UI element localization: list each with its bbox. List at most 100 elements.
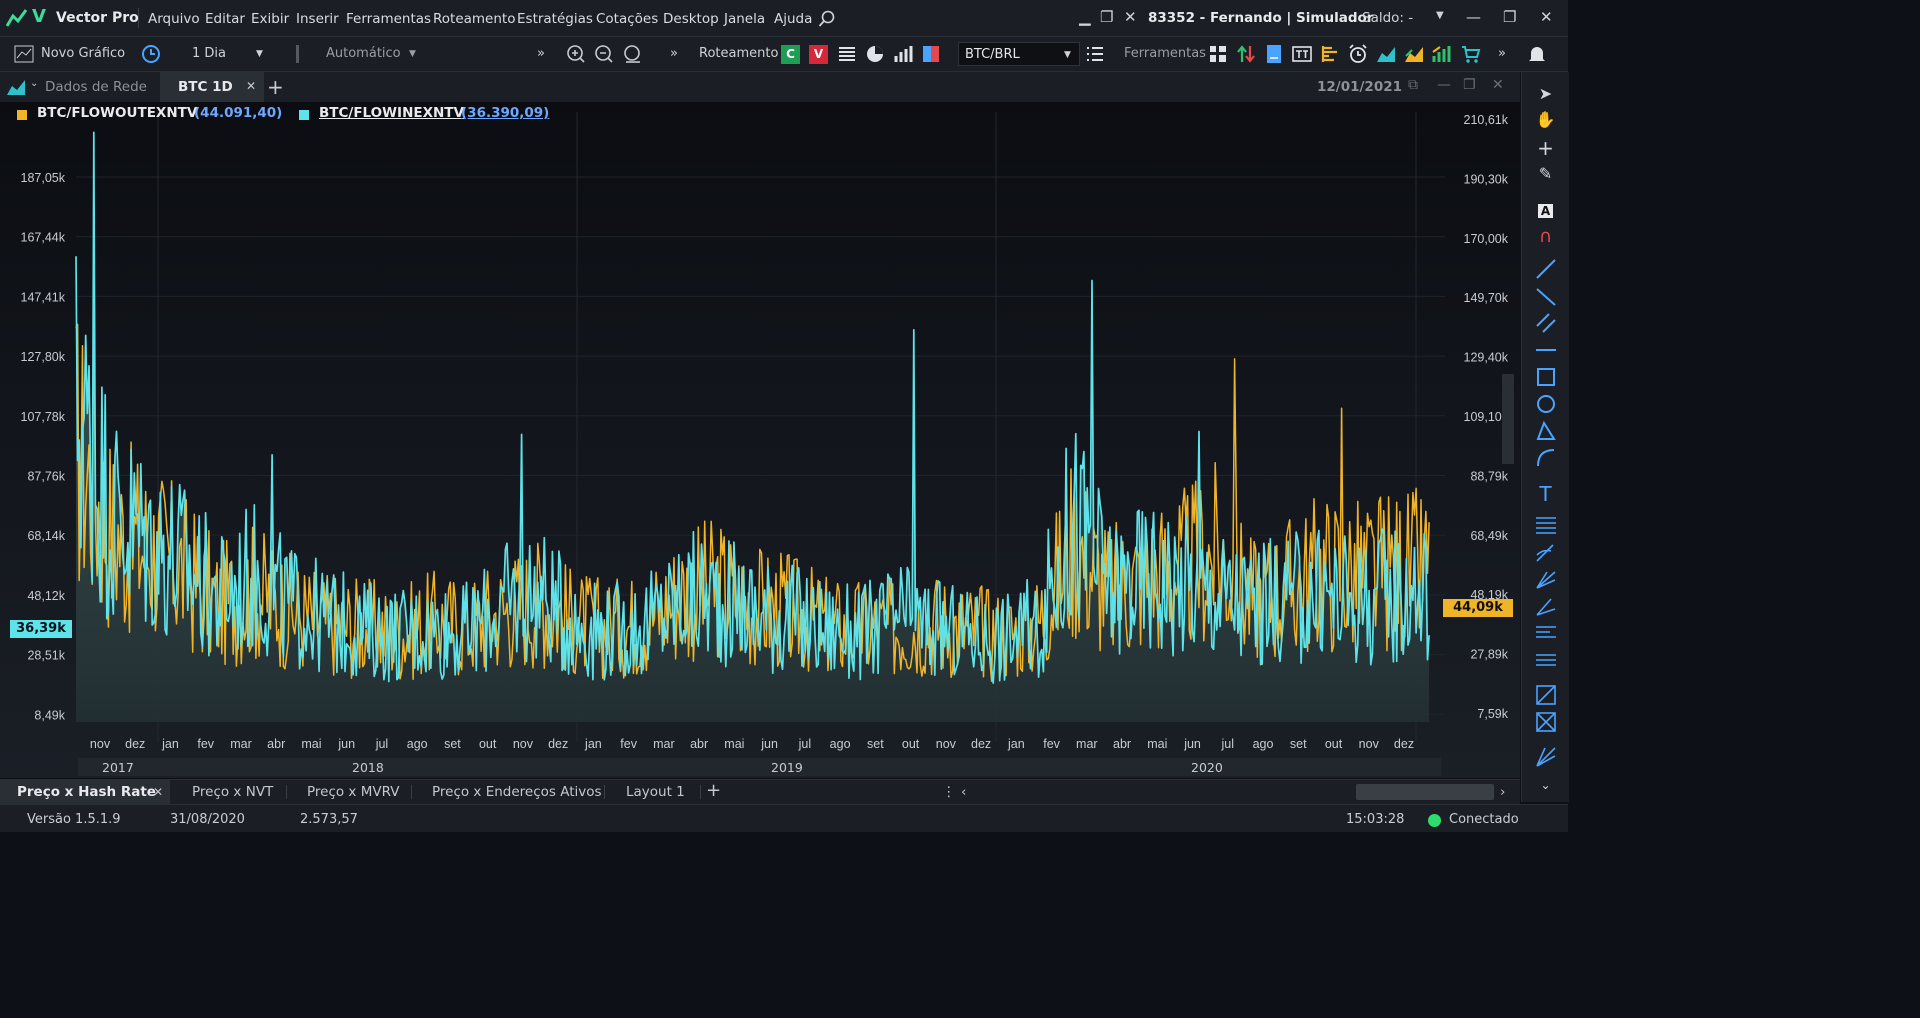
detach-icon[interactable]: ⧉	[1408, 77, 1418, 93]
chart-svg[interactable]: 187,05k 167,44k 147,41k 127,80k 107,78k 87,76…	[0, 102, 1520, 778]
add-layout-icon[interactable]: +	[706, 780, 721, 801]
chart-panel[interactable]: 187,05k 167,44k 147,41k 127,80k 107,78k 87,76…	[0, 102, 1520, 778]
sell-button[interactable]: V	[809, 45, 828, 64]
chevron-down-icon[interactable]: ⌄	[30, 78, 38, 89]
pivot-icon[interactable]	[1535, 622, 1557, 644]
menu-arquivo[interactable]: Arquivo	[148, 11, 200, 27]
menu-inserir[interactable]: Inserir	[296, 11, 339, 27]
close-icon[interactable]: ✕	[1124, 8, 1137, 26]
channel-icon[interactable]	[1535, 312, 1557, 334]
fib-extension-icon[interactable]	[1535, 595, 1557, 617]
pie-chart-icon[interactable]	[865, 44, 885, 64]
chevron-down-icon[interactable]: ▼	[1436, 10, 1444, 21]
legend-outflow-name[interactable]: BTC/FLOWOUTEXNTV	[37, 105, 197, 121]
layout-tab-active-addresses[interactable]: Preço x Endereços Ativos	[432, 784, 602, 800]
arc-icon[interactable]	[1535, 447, 1557, 469]
menu-desktop[interactable]: Desktop	[663, 11, 719, 27]
cursor-icon[interactable]: ➤	[1522, 84, 1569, 106]
close-tab-icon[interactable]: ✕	[246, 79, 256, 93]
scroll-right-icon[interactable]: ›	[1500, 784, 1505, 800]
ray-icon[interactable]	[1535, 285, 1557, 307]
legend-inflow-name[interactable]: BTC/FLOWINEXNTV	[319, 105, 464, 121]
horizontal-scrollbar[interactable]	[1356, 784, 1494, 800]
volume-profile-icon[interactable]	[1320, 44, 1340, 64]
layout-tab-1[interactable]: Layout 1	[626, 784, 685, 800]
chevron-down-icon[interactable]: ▼	[1064, 50, 1071, 60]
tab-btc-1d[interactable]: BTC 1D ✕	[160, 72, 264, 102]
candle-icon[interactable]	[296, 45, 309, 63]
book-icon[interactable]	[921, 44, 941, 64]
layout-tab-mvrv[interactable]: Preço x MVRV	[307, 784, 399, 800]
bell-icon[interactable]	[1527, 44, 1547, 64]
up-down-arrows-icon[interactable]	[1236, 44, 1256, 64]
tools-label[interactable]: Ferramentas	[1124, 46, 1206, 61]
close-layout-icon[interactable]: ✕	[153, 785, 163, 799]
tt-icon[interactable]	[1292, 44, 1312, 64]
axis-scroll-handle[interactable]	[1502, 374, 1514, 464]
hand-icon[interactable]: ✋	[1522, 110, 1569, 132]
chevron-down-icon[interactable]: ⌄	[1522, 778, 1569, 800]
more-icon[interactable]: »	[1498, 46, 1506, 61]
strategy-icon[interactable]	[1404, 44, 1424, 64]
fib-fan-icon[interactable]	[1535, 568, 1557, 590]
period-select[interactable]: 1 Dia	[192, 46, 226, 61]
menu-editar[interactable]: Editar	[205, 11, 245, 27]
window-minimize-icon[interactable]: —	[1466, 8, 1481, 26]
horizontal-line-icon[interactable]	[1535, 339, 1557, 361]
window-restore-icon[interactable]: ❐	[1503, 8, 1516, 26]
more-icon[interactable]: »	[670, 46, 678, 61]
gann-square-icon[interactable]	[1535, 711, 1557, 733]
gann-fan-icon[interactable]	[1535, 746, 1557, 768]
zoom-reset-icon[interactable]	[623, 44, 643, 64]
crosshair-icon[interactable]: +	[1522, 136, 1569, 160]
menu-cotacoes[interactable]: Cotações	[596, 11, 658, 27]
chevron-down-icon[interactable]: ▼	[256, 49, 263, 59]
more-icon[interactable]: »	[537, 46, 545, 61]
ellipse-icon[interactable]	[1535, 393, 1557, 415]
line-icon[interactable]	[1535, 258, 1557, 280]
layout-tab-hash-rate[interactable]: Preço x Hash Rate	[17, 784, 156, 800]
rectangle-icon[interactable]	[1535, 366, 1557, 388]
symbol-select[interactable]: BTC/BRL	[958, 42, 1080, 66]
scroll-left-icon[interactable]: ‹	[961, 784, 966, 800]
close-chart-icon[interactable]: ✕	[1492, 77, 1504, 93]
symbol-list-icon[interactable]	[1085, 44, 1105, 64]
new-chart-icon[interactable]	[14, 44, 34, 64]
new-chart-button[interactable]: Novo Gráfico	[41, 46, 125, 61]
menu-ferramentas[interactable]: Ferramentas	[346, 11, 431, 27]
clock-icon[interactable]	[141, 44, 161, 64]
menu-ajuda[interactable]: Ajuda	[774, 11, 812, 27]
restore-icon[interactable]: ❐	[1100, 8, 1113, 26]
chevron-down-icon[interactable]: ▼	[409, 49, 416, 59]
add-tab-icon[interactable]: +	[267, 75, 284, 99]
network-data-icon[interactable]	[6, 78, 26, 96]
cart-icon[interactable]	[1461, 44, 1481, 64]
tab-dados-de-rede[interactable]: Dados de Rede	[45, 79, 147, 95]
menu-roteamento[interactable]: Roteamento	[433, 11, 515, 27]
magnet-icon[interactable]: ∩	[1522, 226, 1569, 248]
text-tool-icon[interactable]: T	[1522, 482, 1569, 506]
routing-label[interactable]: Roteamento	[699, 46, 778, 61]
area-chart-icon[interactable]	[1376, 44, 1396, 64]
grid-icon[interactable]	[1208, 44, 1228, 64]
minimize-chart-icon[interactable]: —	[1437, 77, 1451, 93]
window-close-icon[interactable]: ✕	[1540, 8, 1553, 26]
minimize-icon[interactable]: ▁	[1079, 8, 1091, 26]
zoom-in-icon[interactable]	[566, 44, 586, 64]
zoom-out-icon[interactable]	[594, 44, 614, 64]
edit-icon[interactable]: ✎	[1522, 164, 1569, 186]
list-icon[interactable]	[837, 44, 857, 64]
bar-chart-icon[interactable]	[893, 44, 913, 64]
document-icon[interactable]	[1264, 44, 1284, 64]
mode-select[interactable]: Automático	[326, 46, 401, 61]
scanner-icon[interactable]	[1432, 44, 1452, 64]
maximize-chart-icon[interactable]: ❐	[1463, 77, 1476, 93]
text-box-icon[interactable]: A	[1522, 200, 1569, 222]
buy-button[interactable]: C	[781, 45, 800, 64]
menu-janela[interactable]: Janela	[724, 11, 765, 27]
parallel-lines-icon[interactable]	[1535, 649, 1557, 671]
menu-estrategias[interactable]: Estratégias	[517, 11, 593, 27]
fib-arc-icon[interactable]	[1535, 541, 1557, 563]
layout-tab-nvt[interactable]: Preço x NVT	[192, 784, 273, 800]
search-icon[interactable]	[818, 10, 836, 28]
